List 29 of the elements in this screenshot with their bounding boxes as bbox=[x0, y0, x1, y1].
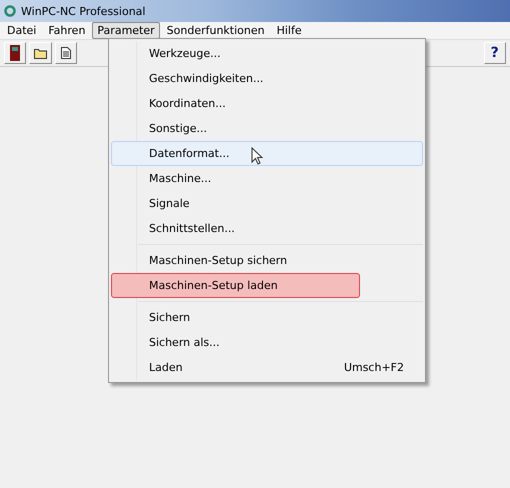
menu-item[interactable]: Datenformat... bbox=[111, 141, 423, 166]
menu-item[interactable]: Maschine... bbox=[111, 166, 423, 191]
menu-title[interactable]: Parameter bbox=[92, 22, 160, 39]
window-title: WinPC-NC Professional bbox=[21, 4, 146, 18]
document-icon bbox=[61, 47, 72, 59]
menu-item[interactable]: Sichern als... bbox=[111, 330, 423, 355]
help-button[interactable]: ? bbox=[484, 42, 506, 64]
menu-item[interactable]: Sichern bbox=[111, 305, 423, 330]
menu-title[interactable]: Datei bbox=[2, 22, 42, 39]
menu-title[interactable]: Fahren bbox=[43, 22, 90, 39]
menu-item[interactable]: Maschinen-Setup laden bbox=[111, 273, 360, 298]
menu-title[interactable]: Sonderfunktionen bbox=[162, 22, 270, 39]
toolbar-button[interactable] bbox=[4, 42, 26, 64]
shortcut-label: Umsch+F2 bbox=[344, 361, 404, 374]
toolbar-button[interactable] bbox=[54, 42, 78, 64]
menu-title[interactable]: Hilfe bbox=[272, 22, 307, 39]
menu-item[interactable]: Sonstige... bbox=[111, 116, 423, 141]
menu-item[interactable]: Koordinaten... bbox=[111, 91, 423, 116]
door-icon bbox=[10, 45, 20, 61]
menu-item[interactable]: Geschwindigkeiten... bbox=[111, 66, 423, 91]
folder-icon bbox=[34, 48, 48, 58]
menu-item[interactable]: Laden Umsch+F2 bbox=[111, 355, 423, 380]
menu-item[interactable]: Schnittstellen... bbox=[111, 216, 423, 241]
toolbar-button[interactable] bbox=[29, 42, 52, 64]
menu-item[interactable]: Signale bbox=[111, 191, 423, 216]
menu-item[interactable]: Werkzeuge... bbox=[111, 41, 423, 66]
app-icon bbox=[4, 5, 16, 17]
menu-item[interactable]: Maschinen-Setup sichern bbox=[111, 248, 423, 273]
mouse-pointer-icon bbox=[251, 147, 263, 165]
